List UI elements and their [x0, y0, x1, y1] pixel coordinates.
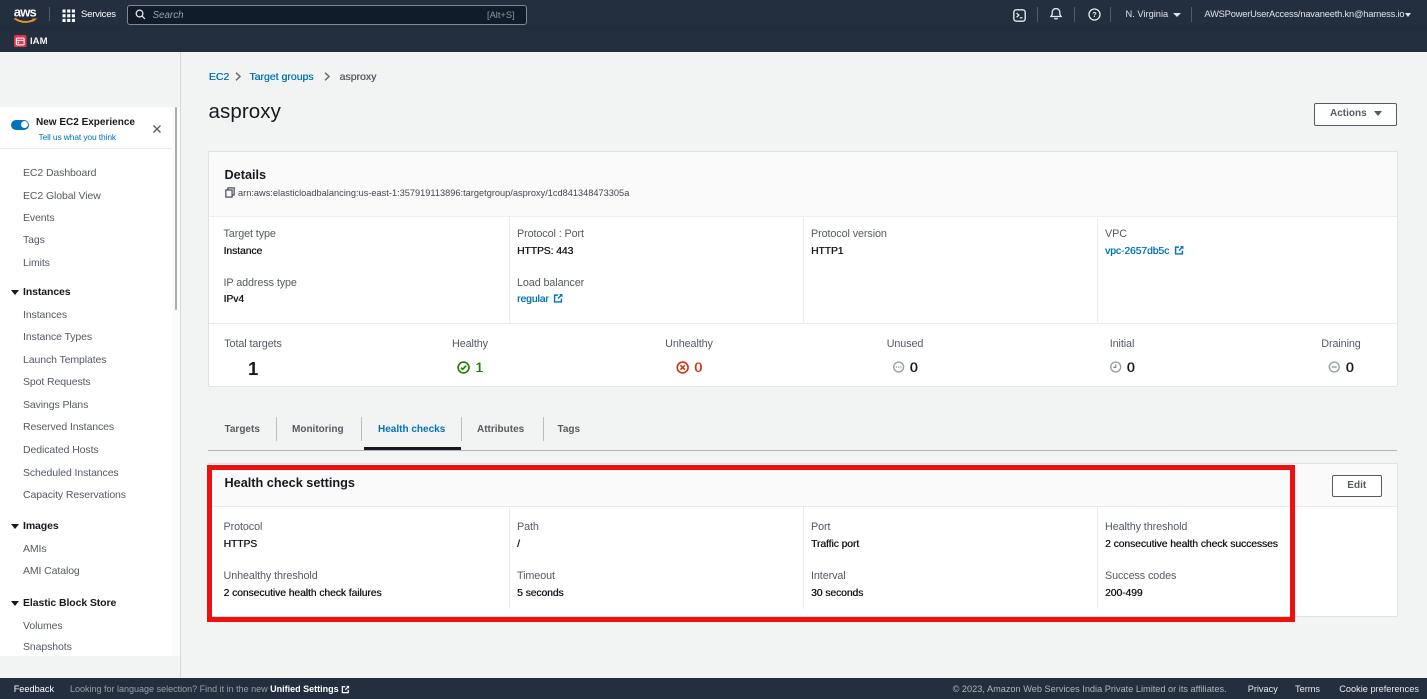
svg-text:aws: aws [14, 6, 37, 19]
svg-text:?: ? [1092, 10, 1097, 19]
